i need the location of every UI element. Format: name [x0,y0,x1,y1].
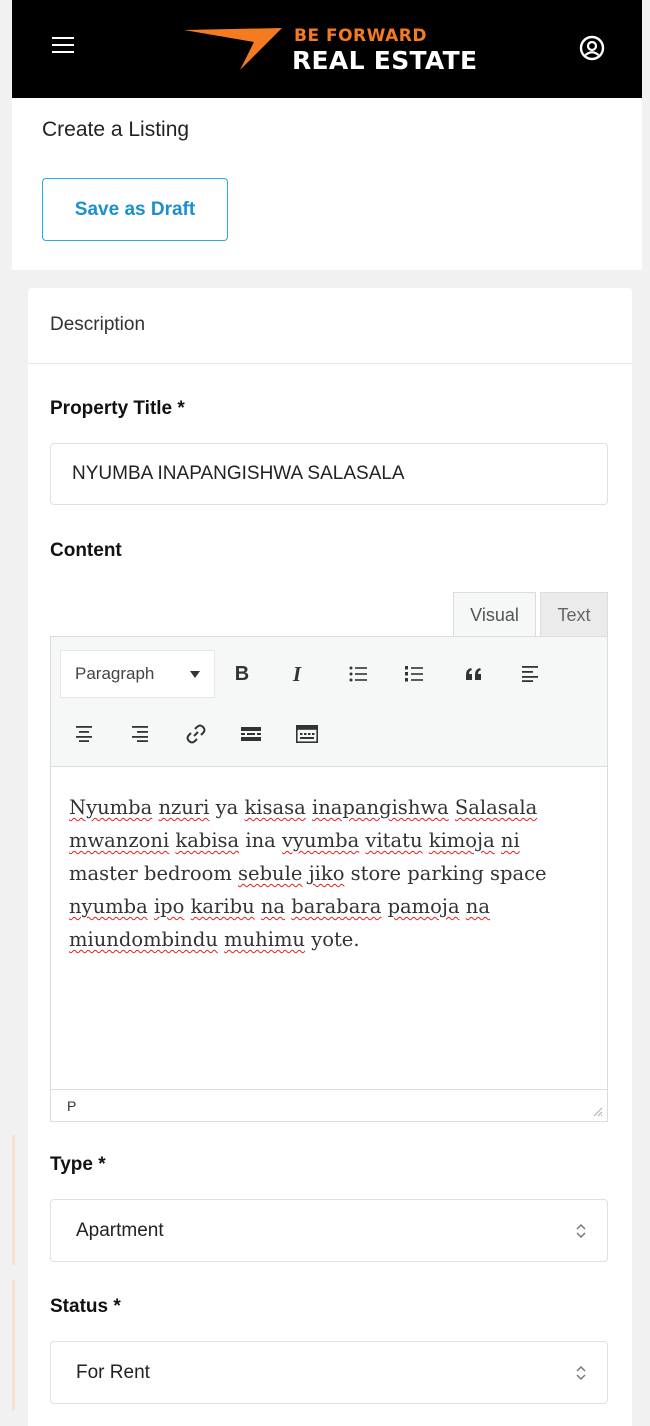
content-word: na [260,895,286,918]
content-word: master bedroom [69,862,232,885]
editor-path-bar: P [51,1089,607,1121]
content-word: kisasa [244,796,306,819]
card-header: Description [28,288,632,364]
editor-toolbar: Paragraph B I 66 [51,637,607,767]
content-editor: Paragraph B I 66 [50,636,608,1122]
status-select-value: For Rent [76,1361,150,1383]
paragraph-format-select[interactable]: Paragraph [60,650,215,698]
status-select[interactable]: For Rent [50,1341,608,1404]
type-label: Type * [50,1154,106,1175]
content-word: mwanzoni [69,829,170,852]
numbered-list-icon[interactable] [397,657,431,691]
align-center-icon[interactable] [67,717,101,751]
listing-header-section: Create a Listing Save as Draft [12,98,642,270]
content-word: Salasala [454,796,538,819]
hamburger-icon[interactable] [52,37,74,55]
read-more-icon[interactable] [234,717,268,751]
content-word: store parking space [350,862,547,885]
format-select-value: Paragraph [75,664,155,683]
toolbar-toggle-icon[interactable] [290,717,324,751]
bold-icon[interactable]: B [225,657,259,691]
side-accent [12,1135,15,1265]
content-word: nzuri [158,796,210,819]
brand-logo[interactable]: BE FORWARD REAL ESTATE [182,24,482,76]
content-word: ipo [153,895,185,918]
content-word: karibu [190,895,255,918]
content-word: ya [215,796,239,819]
chevron-up-down-icon [576,1223,586,1239]
logo-line2: REAL ESTATE [292,46,478,75]
property-title-input[interactable]: NYUMBA INAPANGISHWA SALASALA [50,443,608,505]
tab-visual[interactable]: Visual [453,592,536,638]
logo-line1: BE FORWARD [294,26,427,46]
description-card: Description Property Title * NYUMBA INAP… [28,288,632,1426]
align-left-icon[interactable] [514,657,548,691]
card-title: Description [50,314,146,335]
top-bar: BE FORWARD REAL ESTATE [12,0,642,98]
side-accent [12,1280,15,1410]
content-word: na [465,895,490,918]
tab-text[interactable]: Text [540,592,608,638]
content-word: barabara [291,895,382,918]
content-word: muhimu [224,928,305,951]
content-word: inapangishwa [312,796,449,819]
page: BE FORWARD REAL ESTATE Create a Listing … [12,0,642,1426]
content-word: nyumba [69,895,148,918]
content-word: vyumba [282,829,360,852]
bullet-list-icon[interactable] [341,657,375,691]
editor-content-area[interactable]: Nyumba nzuri ya kisasa inapangishwa Sala… [51,767,607,1089]
content-word: sebule [238,862,303,885]
content-word: kimoja [428,829,495,852]
align-right-icon[interactable] [122,717,156,751]
content-word: miundombindu [69,928,218,951]
content-word: ni [500,829,520,852]
blockquote-icon[interactable]: 66 [457,657,491,691]
save-as-draft-button[interactable]: Save as Draft [42,178,228,241]
type-select[interactable]: Apartment [50,1199,608,1262]
content-word: kabisa [175,829,240,852]
logo-swoosh-icon [184,28,282,70]
content-label: Content [50,540,122,561]
content-word: vitatu [365,829,423,852]
resize-handle-icon[interactable] [593,1107,603,1117]
content-word: jiko [308,862,345,885]
type-select-value: Apartment [76,1219,164,1241]
content-word: Nyumba [69,796,153,819]
caret-down-icon [190,671,200,678]
property-title-label: Property Title * [50,398,185,419]
page-title: Create a Listing [42,118,190,141]
element-path[interactable]: P [67,1098,76,1114]
content-word: yote. [311,928,360,951]
content-word: ina [245,829,276,852]
user-circle-icon[interactable] [579,35,605,61]
link-icon[interactable] [179,717,213,751]
content-word: pamoja [387,895,460,918]
chevron-up-down-icon [576,1365,586,1381]
italic-icon[interactable]: I [280,657,314,691]
status-label: Status * [50,1296,121,1317]
